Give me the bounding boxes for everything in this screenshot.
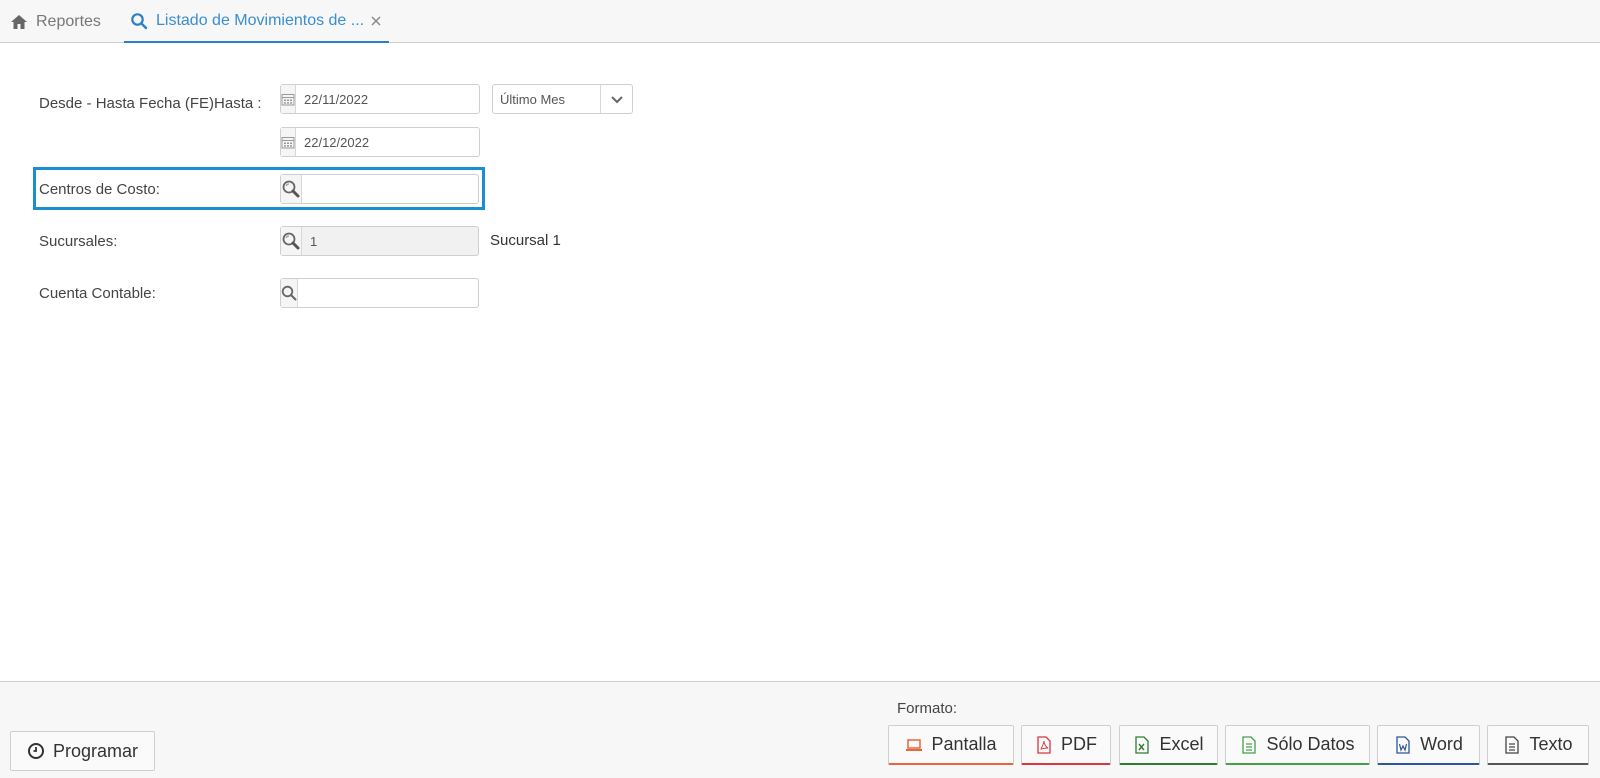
centros-field[interactable] bbox=[280, 174, 486, 204]
solo-datos-label: Sólo Datos bbox=[1266, 734, 1355, 754]
excel-button[interactable]: Excel bbox=[1119, 725, 1218, 765]
pantalla-label: Pantalla bbox=[931, 734, 997, 754]
fecha-desde-input[interactable] bbox=[296, 85, 480, 113]
excel-file-icon bbox=[1135, 735, 1150, 754]
magnifier-icon[interactable] bbox=[281, 227, 302, 255]
programar-button[interactable]: Programar bbox=[10, 731, 155, 771]
pdf-label: PDF bbox=[1061, 734, 1097, 754]
word-button[interactable]: Word bbox=[1377, 725, 1480, 765]
centros-input[interactable] bbox=[302, 175, 486, 203]
cuenta-field[interactable] bbox=[280, 278, 482, 308]
tab-reportes[interactable]: Reportes bbox=[10, 0, 101, 43]
search-icon bbox=[131, 12, 148, 29]
fecha-preset-value: Último Mes bbox=[500, 91, 566, 107]
magnifier-icon[interactable] bbox=[281, 175, 302, 203]
sucursal-description: Sucursal 1 bbox=[490, 232, 561, 249]
formato-label: Formato: bbox=[897, 700, 958, 717]
fecha-hasta-input[interactable] bbox=[296, 128, 480, 156]
calendar-icon[interactable] bbox=[281, 128, 296, 156]
programar-label: Programar bbox=[52, 740, 139, 761]
cuenta-input[interactable] bbox=[298, 279, 482, 307]
sucursales-field[interactable] bbox=[280, 226, 486, 256]
close-icon[interactable] bbox=[369, 14, 383, 28]
laptop-icon bbox=[906, 738, 923, 751]
pdf-file-icon bbox=[1037, 735, 1051, 754]
word-label: Word bbox=[1420, 734, 1463, 754]
tab-bar: Reportes Listado de Movimientos de ... bbox=[0, 0, 1600, 43]
tab-listado-movimientos[interactable]: Listado de Movimientos de ... bbox=[124, 0, 389, 43]
tab-listado-label: Listado de Movimientos de ... bbox=[156, 11, 365, 29]
text-file-icon bbox=[1505, 735, 1520, 754]
pdf-button[interactable]: PDF bbox=[1021, 725, 1111, 765]
search-icon[interactable] bbox=[281, 279, 298, 307]
word-file-icon bbox=[1396, 735, 1410, 754]
fecha-desde-field[interactable] bbox=[280, 84, 480, 114]
data-file-icon bbox=[1242, 735, 1257, 754]
cuenta-label: Cuenta Contable: bbox=[39, 285, 156, 302]
calendar-icon[interactable] bbox=[281, 85, 296, 113]
sucursales-input[interactable] bbox=[302, 227, 486, 255]
pantalla-button[interactable]: Pantalla bbox=[888, 725, 1014, 765]
clock-icon bbox=[27, 743, 44, 759]
home-icon bbox=[11, 14, 27, 29]
fecha-label: Desde - Hasta Fecha (FE)Hasta : bbox=[39, 95, 262, 112]
texto-button[interactable]: Texto bbox=[1487, 725, 1589, 765]
tab-reportes-label: Reportes bbox=[36, 12, 101, 30]
fecha-hasta-field[interactable] bbox=[280, 127, 480, 157]
sucursales-label: Sucursales: bbox=[39, 233, 118, 250]
excel-label: Excel bbox=[1159, 734, 1204, 754]
centros-label: Centros de Costo: bbox=[39, 181, 160, 198]
texto-label: Texto bbox=[1529, 734, 1573, 754]
solo-datos-button[interactable]: Sólo Datos bbox=[1225, 725, 1370, 765]
fecha-preset-select[interactable]: Último Mes bbox=[492, 84, 633, 114]
chevron-down-icon[interactable] bbox=[600, 85, 632, 113]
